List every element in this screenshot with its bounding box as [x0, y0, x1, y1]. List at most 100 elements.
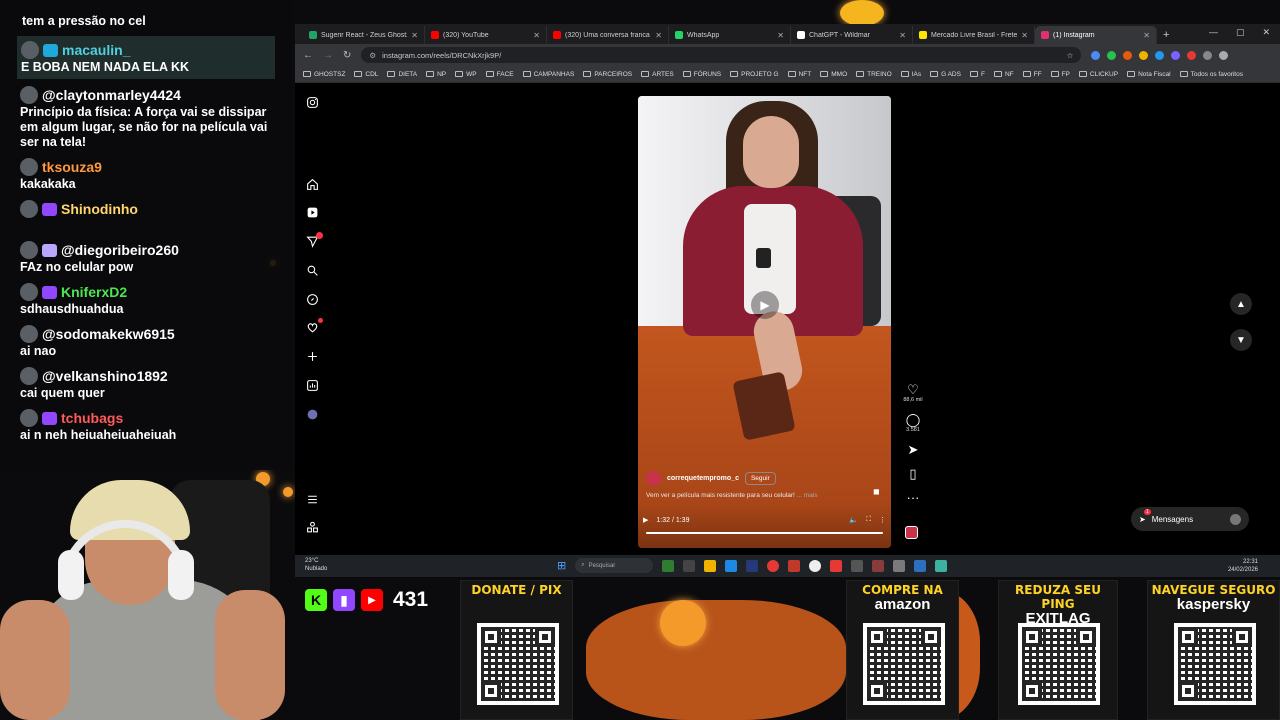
- chat-username[interactable]: Shinodinho: [61, 201, 138, 217]
- caption-more-link[interactable]: ... mais: [797, 492, 818, 499]
- home-icon[interactable]: [305, 178, 319, 192]
- chat-username[interactable]: tksouza9: [42, 159, 102, 175]
- extension-icon[interactable]: [1123, 50, 1133, 60]
- app-icon[interactable]: [662, 559, 675, 572]
- comment-button[interactable]: ◯ 3.581: [900, 413, 926, 434]
- start-icon[interactable]: ⊞: [557, 559, 566, 572]
- extension-icon[interactable]: [1091, 50, 1101, 60]
- app-icon[interactable]: [746, 559, 759, 572]
- bookmark-item[interactable]: ARTES: [641, 71, 674, 78]
- bookmark-item[interactable]: Todos os favoritos: [1179, 71, 1243, 78]
- browser-tab[interactable]: Sugerir React - Zeus Ghostz - G ✕: [303, 26, 425, 44]
- bookmark-item[interactable]: GHOSTSZ: [303, 71, 345, 78]
- chat-username[interactable]: @sodomakekw6915: [42, 326, 175, 342]
- audio-icon[interactable]: ◼: [873, 487, 880, 496]
- app-icon[interactable]: [893, 559, 906, 572]
- maximize-button[interactable]: ▢: [1236, 27, 1245, 38]
- extension-icon[interactable]: [1203, 50, 1213, 60]
- reload-icon[interactable]: ↻: [343, 50, 351, 61]
- chat-username[interactable]: @velkanshino1892: [42, 368, 168, 384]
- site-info-icon[interactable]: ⚙: [369, 51, 376, 60]
- send-icon[interactable]: [305, 232, 323, 249]
- chat-username[interactable]: macaulin_: [62, 42, 130, 58]
- bookmark-item[interactable]: MMO: [820, 71, 847, 78]
- bookmark-item[interactable]: PROJETO G: [730, 71, 779, 78]
- bookmark-item[interactable]: NFT: [787, 71, 811, 78]
- chrome-icon[interactable]: [767, 559, 780, 572]
- bookmark-item[interactable]: IAs: [900, 71, 921, 78]
- browser-tab[interactable]: WhatsApp ✕: [669, 26, 791, 44]
- app-icon[interactable]: [872, 559, 885, 572]
- bookmark-item[interactable]: FÓRUNS: [682, 71, 721, 78]
- follow-button[interactable]: Seguir: [744, 472, 776, 485]
- extension-icon[interactable]: [1187, 50, 1197, 60]
- bookmark-star-icon[interactable]: ☆: [1067, 51, 1074, 60]
- close-tab-icon[interactable]: ✕: [777, 31, 784, 40]
- new-tab-button[interactable]: +: [1163, 26, 1169, 44]
- bookmark-item[interactable]: FF: [1022, 71, 1042, 78]
- bookmark-item[interactable]: CDL: [354, 71, 378, 78]
- chat-username[interactable]: tchubags: [61, 410, 123, 426]
- browser-tab[interactable]: Mercado Livre Brasil - Frete Gr✕: [913, 26, 1035, 44]
- save-button[interactable]: ▯: [900, 467, 926, 481]
- more-options-icon[interactable]: ⋮: [879, 516, 886, 524]
- creator-name[interactable]: correquetempromo_c: [667, 475, 739, 482]
- bookmark-item[interactable]: PARCEIROS: [583, 71, 632, 78]
- app-icon[interactable]: [809, 559, 822, 572]
- close-tab-icon[interactable]: ✕: [1143, 31, 1150, 40]
- previous-reel-button[interactable]: ▲: [1230, 293, 1252, 315]
- close-tab-icon[interactable]: ✕: [1021, 31, 1028, 40]
- minimize-button[interactable]: —: [1209, 27, 1218, 38]
- app-icon[interactable]: [914, 559, 927, 572]
- taskbar-search[interactable]: ⌕ Pesquisar: [575, 558, 654, 573]
- menu-icon[interactable]: [305, 493, 319, 507]
- explore-icon[interactable]: [305, 293, 319, 307]
- bookmark-item[interactable]: CLICKUP: [1078, 71, 1118, 78]
- app-icon[interactable]: [830, 559, 843, 572]
- creator-avatar[interactable]: [646, 471, 661, 486]
- chat-username[interactable]: @diegoribeiro260: [61, 242, 179, 258]
- play-icon[interactable]: ▶: [643, 516, 648, 524]
- bookmark-item[interactable]: TREINO: [856, 71, 892, 78]
- browser-tab[interactable]: (320) Uma conversa franca com ✕: [547, 26, 669, 44]
- extension-icon[interactable]: [1155, 50, 1165, 60]
- reels-icon[interactable]: [305, 206, 319, 220]
- extension-icon[interactable]: [1139, 50, 1149, 60]
- browser-tab[interactable]: (1) Instagram ✕: [1035, 26, 1157, 44]
- profile-icon[interactable]: [305, 408, 319, 422]
- video-progress-bar[interactable]: [646, 532, 883, 534]
- fullscreen-icon[interactable]: ⛶: [866, 516, 871, 524]
- back-icon[interactable]: ←: [303, 50, 313, 61]
- profile-avatar[interactable]: [1219, 50, 1229, 60]
- heart-icon[interactable]: [305, 318, 323, 335]
- audio-thumbnail[interactable]: [905, 526, 918, 539]
- share-button[interactable]: ➤: [900, 443, 926, 457]
- next-reel-button[interactable]: ▼: [1230, 329, 1252, 351]
- forward-icon[interactable]: →: [323, 50, 333, 61]
- app-icon[interactable]: [725, 559, 738, 572]
- app-icon[interactable]: [851, 559, 864, 572]
- dashboard-icon[interactable]: [305, 379, 319, 393]
- close-tab-icon[interactable]: ✕: [533, 31, 540, 40]
- url-input[interactable]: ⚙ instagram.com/reels/DRCNkXrjk9P/ ☆: [361, 47, 1082, 63]
- app-icon[interactable]: [935, 559, 948, 572]
- chat-username[interactable]: KniferxD2: [61, 284, 127, 300]
- chat-username[interactable]: @claytonmarley4424: [42, 87, 181, 103]
- close-tab-icon[interactable]: ✕: [655, 31, 662, 40]
- bookmark-item[interactable]: F: [969, 71, 985, 78]
- taskbar-clock[interactable]: 22:31 24/02/2026: [1228, 558, 1258, 574]
- bookmark-item[interactable]: WP: [455, 71, 477, 78]
- browser-tab[interactable]: ChatGPT - Wildmar ✕: [791, 26, 913, 44]
- extension-icon[interactable]: [1107, 50, 1117, 60]
- messages-button[interactable]: ➤ 1 Mensagens: [1131, 507, 1249, 531]
- more-button[interactable]: ···: [900, 491, 926, 505]
- app-icon[interactable]: [683, 559, 696, 572]
- weather-widget[interactable]: 23°C Nublado: [305, 557, 327, 573]
- browser-tab[interactable]: (320) YouTube ✕: [425, 26, 547, 44]
- bookmark-item[interactable]: FP: [1050, 71, 1070, 78]
- meta-apps-icon[interactable]: [305, 521, 319, 535]
- bookmark-item[interactable]: NF: [993, 71, 1014, 78]
- app-icon[interactable]: [788, 559, 801, 572]
- bookmark-item[interactable]: Nota Fiscal: [1127, 71, 1171, 78]
- search-icon[interactable]: [305, 264, 319, 278]
